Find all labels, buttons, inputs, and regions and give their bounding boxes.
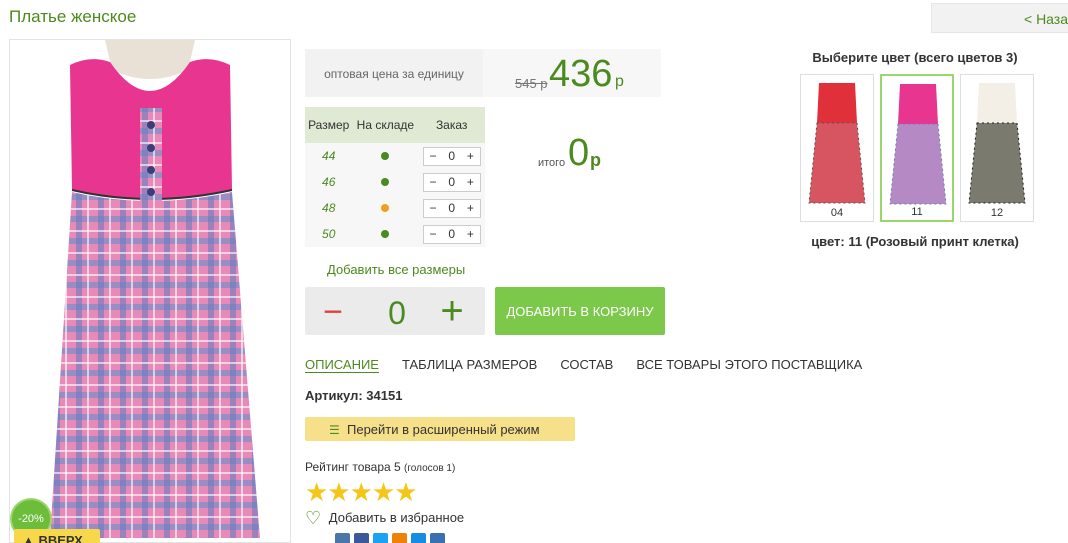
order-cell: − 0 +	[418, 195, 485, 221]
extended-mode-label: Перейти в расширенный режим	[347, 422, 540, 437]
dress-thumbnail	[808, 83, 866, 204]
stock-cell	[352, 195, 419, 221]
stock-indicator-icon	[381, 230, 390, 238]
tab-composition[interactable]: СОСТАВ	[560, 357, 613, 373]
quantity-stepper[interactable]: − 0 +	[422, 224, 481, 244]
plus-icon[interactable]: +	[461, 227, 480, 241]
total-currency: р	[590, 150, 601, 170]
tab-size-table[interactable]: ТАБЛИЦА РАЗМЕРОВ	[402, 357, 537, 373]
plus-icon[interactable]: +	[461, 149, 480, 163]
qty-minus-button[interactable]: −	[319, 293, 347, 332]
color-swatch-12[interactable]: 12	[960, 74, 1034, 222]
size-value: 46	[305, 169, 353, 195]
article-label: Артикул:	[305, 388, 363, 403]
table-row: 50 − 0 +	[305, 221, 485, 247]
color-swatches: 04 11 12	[800, 74, 1034, 222]
stock-cell	[352, 169, 419, 195]
quantity-stepper[interactable]: − 0 +	[422, 172, 481, 192]
odnoklassniki-icon[interactable]	[392, 533, 407, 543]
tab-supplier-products[interactable]: ВСЕ ТОВАРЫ ЭТОГО ПОСТАВЩИКА	[636, 357, 862, 373]
quantity-control: − 0 +	[305, 287, 485, 335]
price-currency: р	[615, 73, 624, 90]
extended-mode-button[interactable]: ☰ Перейти в расширенный режим	[305, 417, 575, 441]
mailru-icon[interactable]	[411, 533, 426, 543]
plus-icon[interactable]: +	[461, 175, 480, 189]
price-label: оптовая цена за единицу	[305, 49, 483, 97]
tab-description[interactable]: ОПИСАНИЕ	[305, 357, 379, 373]
stock-indicator-icon	[381, 152, 390, 160]
rating-label: Рейтинг товара 5	[305, 460, 401, 474]
new-price: 436	[549, 53, 613, 95]
order-header: Заказ	[418, 107, 485, 143]
minus-icon[interactable]: −	[424, 201, 443, 215]
old-price: 545 р	[515, 76, 548, 91]
color-selector-title: Выберите цвет (всего цветов 3)	[812, 50, 1018, 65]
favorites-label: Добавить в избранное	[328, 510, 465, 525]
add-to-cart-button[interactable]: ДОБАВИТЬ В КОРЗИНУ	[495, 287, 665, 335]
quantity-stepper[interactable]: − 0 +	[422, 146, 481, 166]
vk-icon[interactable]	[335, 533, 350, 543]
qty-plus-button[interactable]: +	[435, 289, 469, 334]
page-title: Платье женское	[9, 7, 137, 26]
minus-icon[interactable]: −	[424, 175, 443, 189]
article-value: 34151	[366, 388, 403, 403]
rating-text: Рейтинг товара 5 (голосов 1)	[305, 460, 455, 474]
stock-indicator-icon	[381, 204, 390, 212]
swatch-label: 11	[911, 206, 923, 218]
size-value: 50	[305, 221, 353, 247]
rating-votes: (голосов 1)	[404, 463, 456, 474]
twitter-icon[interactable]	[373, 533, 388, 543]
stepper-value[interactable]: 0	[442, 227, 461, 241]
order-cell: − 0 +	[418, 143, 485, 169]
table-row: 48 − 0 +	[305, 195, 485, 221]
livejournal-icon[interactable]	[430, 533, 445, 543]
dress-image	[50, 40, 260, 538]
size-value: 48	[305, 195, 353, 221]
size-header: Размер	[305, 107, 353, 143]
order-cell: − 0 +	[418, 169, 485, 195]
swatch-label: 12	[990, 207, 1004, 219]
qty-value[interactable]: 0	[379, 295, 415, 332]
stepper-value[interactable]: 0	[442, 175, 461, 189]
add-all-sizes-link[interactable]: Добавить все размеры	[327, 262, 465, 277]
article-number: Артикул: 34151	[305, 388, 402, 403]
stepper-value[interactable]: 0	[442, 149, 461, 163]
dress-thumbnail	[968, 83, 1026, 204]
price-box: 545 р 436 р	[483, 49, 661, 97]
stock-header: На складе	[352, 107, 419, 143]
heart-icon: ♡	[305, 508, 322, 528]
add-to-favorites-link[interactable]: ♡ Добавить в избранное	[305, 508, 464, 529]
stock-cell	[352, 221, 419, 247]
list-icon: ☰	[329, 423, 340, 437]
stock-cell	[352, 143, 419, 169]
size-table: Размер На складе Заказ 44 − 0 + 46 − 0 +…	[305, 107, 485, 247]
color-swatch-04[interactable]: 04	[800, 74, 874, 222]
minus-icon[interactable]: −	[424, 149, 443, 163]
color-swatch-11[interactable]: 11	[880, 74, 954, 222]
facebook-icon[interactable]	[354, 533, 369, 543]
back-link[interactable]: < Наза	[931, 3, 1068, 33]
minus-icon[interactable]: −	[424, 227, 443, 241]
social-share	[335, 533, 445, 543]
size-value: 44	[305, 143, 353, 169]
total-label: итого	[538, 157, 566, 169]
product-tabs: ОПИСАНИЕ ТАБЛИЦА РАЗМЕРОВ СОСТАВ ВСЕ ТОВ…	[305, 357, 862, 373]
swatch-label: 04	[830, 207, 844, 219]
product-photo[interactable]	[9, 39, 291, 543]
stock-indicator-icon	[381, 178, 390, 186]
scroll-up-button[interactable]: ▲ ВВЕРХ	[14, 529, 100, 543]
table-row: 46 − 0 +	[305, 169, 485, 195]
table-row: 44 − 0 +	[305, 143, 485, 169]
order-cell: − 0 +	[418, 221, 485, 247]
total-value: 0	[568, 132, 590, 174]
selected-color-text: цвет: 11 (Розовый принт клетка)	[811, 234, 1019, 249]
dress-thumbnail	[889, 84, 947, 205]
stepper-value[interactable]: 0	[442, 201, 461, 215]
quantity-stepper[interactable]: − 0 +	[422, 198, 481, 218]
rating-stars[interactable]: ★★★★★	[305, 477, 418, 508]
plus-icon[interactable]: +	[461, 201, 480, 215]
